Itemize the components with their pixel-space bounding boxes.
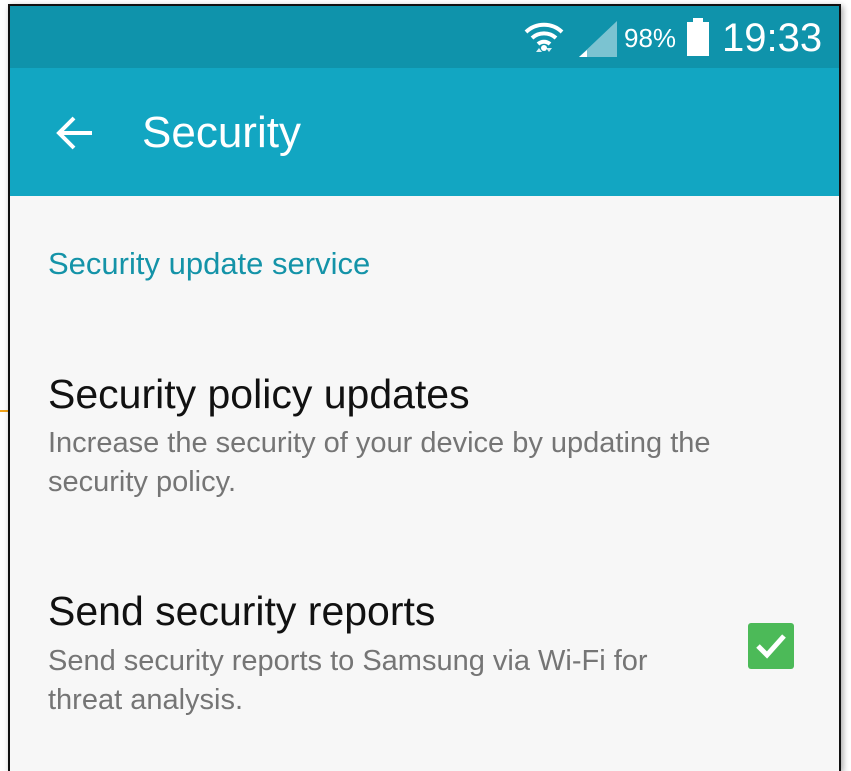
battery-percentage: 98% — [624, 23, 677, 53]
wifi-icon — [522, 18, 566, 63]
status-bar: 98% 19:33 — [10, 6, 839, 68]
send-security-reports-checkbox[interactable] — [748, 623, 794, 669]
security-policy-updates-title[interactable]: Security policy updates — [48, 371, 470, 418]
battery-icon — [686, 18, 710, 63]
checkmark-icon — [756, 634, 786, 659]
section-header: Security update service — [48, 246, 371, 281]
status-clock: 19:33 — [722, 16, 823, 60]
app-bar: Security — [10, 68, 839, 196]
cell-signal-icon — [575, 19, 619, 64]
back-arrow-icon[interactable] — [54, 112, 96, 154]
page-title: Security — [142, 108, 301, 157]
send-security-reports-summary: Send security reports to Samsung via Wi-… — [48, 645, 648, 716]
send-security-reports-title[interactable]: Send security reports — [48, 588, 435, 635]
security-policy-updates-summary: Increase the security of your device by … — [48, 427, 711, 498]
phone-screen: 98% 19:33 Security Security update servi… — [8, 4, 841, 771]
